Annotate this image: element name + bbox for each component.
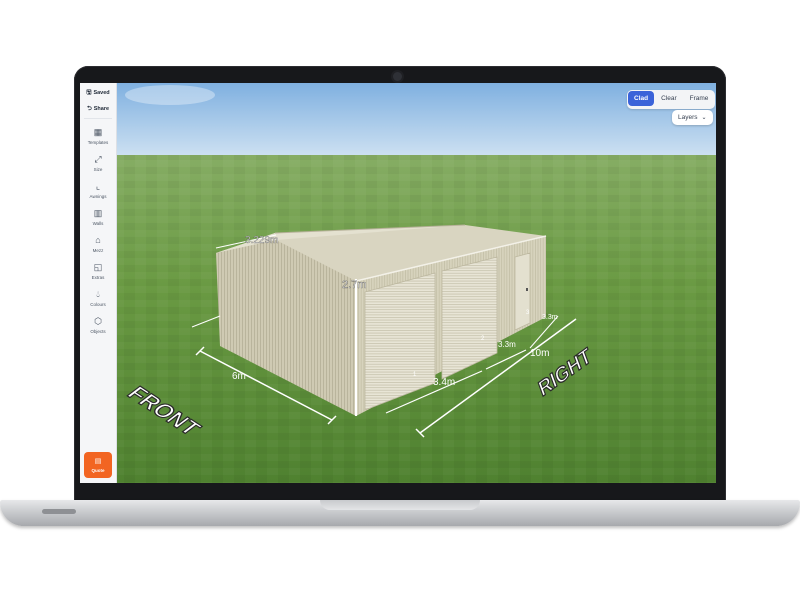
sidebar-item-size[interactable]: ⤢ Size (80, 149, 116, 176)
sidebar-item-walls[interactable]: ▥ Walls (80, 203, 116, 230)
share-icon: ⮌ (86, 106, 92, 112)
3d-viewport[interactable]: 1 2 3 2.7m 3.229m 6m 3.4m 3.3m 3.3m 10m … (80, 83, 716, 483)
quote-button[interactable]: ▤ Quote (84, 452, 112, 478)
share-button[interactable]: ⮌ Share (87, 103, 109, 115)
door-handle (526, 288, 528, 291)
document-icon: ▤ (94, 457, 102, 465)
templates-icon: ▦ (93, 126, 103, 137)
view-mode-clear[interactable]: Clear (655, 91, 683, 106)
tool-sidebar: 🖫 Saved ⮌ Share ▦ Templates ⤢ Size ⌞ Awn… (80, 83, 117, 483)
height-dimension-label: 2.7m (342, 279, 366, 291)
sidebar-item-objects[interactable]: ⬡ Objects (80, 311, 116, 338)
sidebar-item-awnings[interactable]: ⌞ Awnings (80, 176, 116, 203)
scene-svg[interactable]: 1 2 3 2.7m 3.229m 6m 3.4m 3.3m 3.3m 10m … (80, 83, 716, 483)
layers-dropdown[interactable]: Layers ⌄ (672, 110, 713, 125)
view-mode-clad[interactable]: Clad (628, 91, 655, 106)
sidebar-item-colours[interactable]: 💧︎ Colours (80, 284, 116, 311)
cube-icon: ⬡ (94, 315, 102, 326)
view-mode-frame[interactable]: Frame (684, 91, 715, 106)
webcam (393, 72, 402, 81)
bay-3-label: 3.3m (542, 314, 558, 321)
eave-width-label: 3.229m (245, 235, 278, 246)
total-length-label: 10m (530, 348, 549, 359)
mezzanine-icon: ⌂ (95, 234, 101, 245)
layers-label: Layers (678, 114, 698, 121)
resize-icon: ⤢ (94, 153, 102, 164)
chevron-down-icon: ⌄ (701, 115, 707, 121)
bay-1-label: 3.4m (433, 377, 455, 388)
bay-2-label: 3.3m (498, 340, 516, 349)
sidebar-item-extras[interactable]: ◱ Extras (80, 257, 116, 284)
colour-drop-icon: 💧︎ (96, 288, 100, 299)
personal-access-door[interactable] (514, 252, 531, 331)
laptop-vent (42, 509, 76, 514)
front-width-label: 6m (232, 371, 246, 382)
cloud (125, 85, 215, 105)
awning-icon: ⌞ (95, 180, 101, 191)
save-icon: 🖫 (86, 90, 92, 96)
walls-icon: ▥ (93, 207, 103, 218)
extras-icon: ◱ (93, 261, 103, 272)
sidebar-item-mezz[interactable]: ⌂ Mezz (80, 230, 116, 257)
app-screen: 1 2 3 2.7m 3.229m 6m 3.4m 3.3m 3.3m 10m … (80, 83, 716, 483)
view-mode-toggle: Clad Clear Frame (627, 90, 716, 109)
laptop-opening-notch (320, 500, 480, 510)
saved-status[interactable]: 🖫 Saved (86, 87, 109, 99)
sidebar-item-templates[interactable]: ▦ Templates (80, 122, 116, 149)
sidebar-divider (84, 118, 112, 119)
